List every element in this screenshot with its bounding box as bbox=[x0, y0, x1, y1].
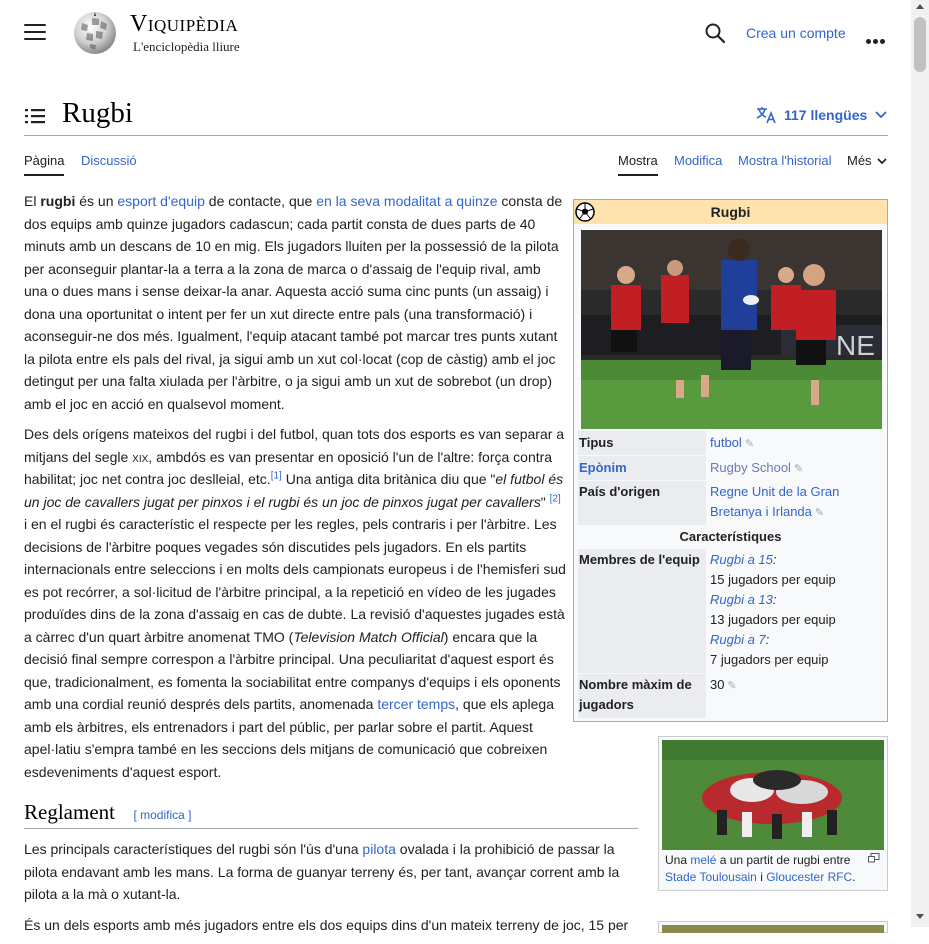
reference-1[interactable]: [1] bbox=[271, 470, 282, 481]
tab-history[interactable]: Mostra l'historial bbox=[738, 153, 832, 168]
membres-value: Rugbi a 15: 15 jugadors per equip Rugbi … bbox=[710, 550, 884, 670]
gloucester-link[interactable]: Gloucester RFC bbox=[766, 870, 852, 884]
link-esport-equip[interactable]: esport d'equip bbox=[117, 193, 205, 209]
mele-link[interactable]: melé bbox=[690, 853, 716, 867]
pencil-icon[interactable]: ✎ bbox=[794, 463, 803, 475]
section-title: Reglament bbox=[24, 800, 115, 824]
paragraph: Des dels orígens mateixos del rugbi i de… bbox=[24, 426, 566, 780]
rugbi-13-text: 13 jugadors per equip bbox=[710, 612, 836, 627]
chevron-down-icon bbox=[875, 111, 887, 119]
tab-edit[interactable]: Modifica bbox=[674, 153, 722, 168]
section-edit-link[interactable]: [ modifica ] bbox=[133, 808, 191, 822]
tab-more-label: Més bbox=[847, 153, 872, 168]
hamburger-icon-bar bbox=[24, 24, 46, 26]
tipus-value: futbol ✎ bbox=[710, 433, 884, 454]
site-wordmark[interactable]: Viquipèdia bbox=[130, 11, 238, 38]
pais-value: Regne Unit de la Gran Bretanya i Irlanda… bbox=[710, 482, 884, 523]
link-tercer-temps[interactable]: tercer temps bbox=[377, 696, 455, 712]
infobox: Rugbi NE Tipus futbol ✎ Epònim Rugby Sch… bbox=[573, 199, 888, 722]
rugby-match-photo[interactable]: NE bbox=[581, 230, 882, 429]
hamburger-icon-bar bbox=[24, 38, 46, 40]
max-value-text: 30 bbox=[710, 677, 725, 692]
infobox-section-title: Característiques bbox=[679, 529, 782, 544]
bold-term: rugbi bbox=[40, 193, 76, 209]
scrollbar-thumb[interactable] bbox=[914, 17, 926, 72]
tipus-link[interactable]: futbol bbox=[710, 435, 742, 450]
football-icon bbox=[575, 202, 595, 222]
title-divider bbox=[24, 135, 888, 136]
hamburger-icon-bar bbox=[24, 31, 46, 33]
tab-discussion[interactable]: Discussió bbox=[81, 153, 137, 168]
tab-page[interactable]: Pàgina bbox=[24, 153, 65, 176]
image-thumbnail-partial[interactable] bbox=[658, 921, 888, 933]
max-label: Nombre màxim de jugadors bbox=[579, 677, 692, 712]
membres-label: Membres de l'equip bbox=[579, 552, 700, 567]
language-button[interactable]: 117 llengües bbox=[756, 106, 887, 124]
section-body: Les principals característiques del rugb… bbox=[24, 838, 638, 944]
reference-2[interactable]: [2] bbox=[550, 493, 561, 504]
paragraph: És un dels esports amb més jugadors entr… bbox=[24, 916, 629, 933]
thumbnail-caption: Una melé a un partit de rugbi entre Stad… bbox=[665, 853, 856, 884]
link-modalitat-quinze[interactable]: en la seva modalitat a quinze bbox=[316, 193, 497, 209]
rugbi-15-link[interactable]: Rugbi a 15 bbox=[710, 552, 773, 567]
eponim-link[interactable]: Rugby School bbox=[710, 460, 791, 475]
create-account-link[interactable]: Crea un compte bbox=[746, 25, 846, 41]
pencil-icon[interactable]: ✎ bbox=[745, 438, 754, 450]
rugbi-7-link[interactable]: Rugbi a 7 bbox=[710, 632, 766, 647]
eponim-value: Rugby School ✎ bbox=[710, 458, 884, 479]
max-value: 30 ✎ bbox=[710, 675, 884, 696]
main-menu-button[interactable] bbox=[24, 24, 46, 42]
tab-more[interactable]: Més bbox=[847, 153, 887, 168]
article-body: El rugbi és un esport d'equip de contact… bbox=[24, 190, 566, 791]
translate-icon bbox=[756, 107, 776, 124]
section-heading: Reglament [ modifica ] bbox=[24, 800, 638, 829]
vertical-scrollbar[interactable] bbox=[911, 0, 929, 927]
stade-toulousain-link[interactable]: Stade Toulousain bbox=[665, 870, 757, 884]
site-header: Viquipèdia L'enciclopèdia lliure Crea un… bbox=[0, 0, 911, 66]
chevron-down-icon bbox=[877, 158, 887, 165]
language-count: 117 llengües bbox=[784, 107, 868, 123]
rugbi-15-text: 15 jugadors per equip bbox=[710, 572, 836, 587]
tab-read[interactable]: Mostra bbox=[618, 153, 658, 176]
pais-label: País d'origen bbox=[579, 484, 661, 499]
infobox-title: Rugbi bbox=[710, 204, 751, 220]
link-pilota[interactable]: pilota bbox=[362, 841, 395, 857]
svg-text:NE: NE bbox=[836, 330, 875, 361]
more-options-icon[interactable] bbox=[866, 31, 888, 44]
scroll-down-arrow-icon[interactable] bbox=[916, 914, 924, 919]
paragraph: Les principals característiques del rugb… bbox=[24, 841, 620, 902]
pencil-icon[interactable]: ✎ bbox=[815, 507, 824, 519]
rugbi-13-link[interactable]: Rugbi a 13 bbox=[710, 592, 773, 607]
image-thumbnail: Una melé a un partit de rugbi entre Stad… bbox=[658, 736, 888, 891]
infobox-header: Rugbi bbox=[574, 200, 887, 224]
rugbi-7-text: 7 jugadors per equip bbox=[710, 652, 829, 667]
paragraph: El rugbi és un esport d'equip de contact… bbox=[24, 193, 563, 412]
scroll-up-arrow-icon[interactable] bbox=[916, 4, 924, 9]
scrum-photo[interactable] bbox=[662, 740, 884, 850]
eponim-label: Epònim bbox=[579, 458, 705, 478]
page-title: Rugbi bbox=[62, 97, 133, 129]
site-tagline: L'enciclopèdia lliure bbox=[133, 39, 240, 54]
eponim-label-link[interactable]: Epònim bbox=[579, 460, 627, 475]
tipus-label: Tipus bbox=[579, 435, 614, 450]
search-icon[interactable] bbox=[704, 22, 726, 44]
pencil-icon[interactable]: ✎ bbox=[727, 680, 736, 692]
wikipedia-globe-logo[interactable] bbox=[70, 9, 120, 55]
table-of-contents-icon[interactable] bbox=[25, 108, 45, 124]
